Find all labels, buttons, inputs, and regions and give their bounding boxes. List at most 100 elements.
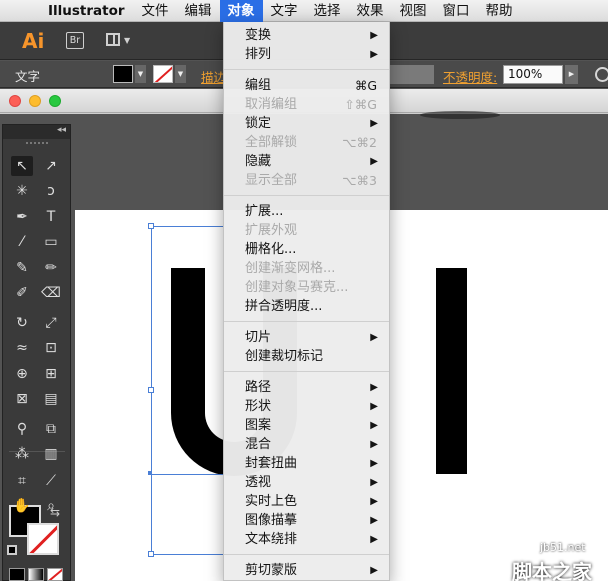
- menu-item[interactable]: 变换 ▶: [224, 26, 389, 45]
- shape-builder-tool[interactable]: ⊕: [11, 364, 33, 384]
- menu-item[interactable]: 图像描摹 ▶: [224, 511, 389, 530]
- perspective-grid-tool[interactable]: ⊞: [40, 364, 62, 384]
- menu-effect[interactable]: 效果: [349, 0, 392, 22]
- menu-item[interactable]: 封套扭曲 ▶: [224, 454, 389, 473]
- color-mode-button[interactable]: [9, 568, 25, 581]
- menu-item[interactable]: 栅格化...: [224, 240, 389, 259]
- menu-item[interactable]: 实时上色 ▶: [224, 492, 389, 511]
- line-tool[interactable]: ⁄: [11, 232, 33, 252]
- style-field[interactable]: [390, 65, 434, 84]
- menu-file[interactable]: 文件: [134, 0, 177, 22]
- rectangle-tool[interactable]: ▭: [40, 232, 62, 252]
- menu-window[interactable]: 窗口: [435, 0, 478, 22]
- menu-select[interactable]: 选择: [306, 0, 349, 22]
- menu-item-label: 混合: [245, 437, 272, 452]
- menu-item[interactable]: 图案 ▶: [224, 416, 389, 435]
- selection-handle[interactable]: [148, 387, 154, 393]
- gradient-tool[interactable]: ▤: [40, 389, 62, 409]
- menu-item[interactable]: 形状 ▶: [224, 397, 389, 416]
- menu-bar: Illustrator 文件 编辑 对象 文字 选择 效果 视图 窗口 帮助: [0, 0, 608, 22]
- menu-item[interactable]: 透视 ▶: [224, 473, 389, 492]
- recolor-icon[interactable]: [595, 67, 608, 82]
- menu-item-shortcut: ⌥⌘3: [342, 173, 377, 188]
- bridge-button[interactable]: Br: [66, 32, 84, 49]
- menu-item[interactable]: 创建裁切标记: [224, 347, 389, 366]
- hand-tool[interactable]: ✋: [11, 496, 33, 516]
- menu-item[interactable]: 扩展...: [224, 202, 389, 221]
- workspace-layout-icon[interactable]: [106, 33, 120, 46]
- selection-handle[interactable]: [148, 223, 154, 229]
- width-tool[interactable]: ≈: [11, 338, 33, 358]
- menu-item-label: 编组: [245, 78, 272, 93]
- menu-help[interactable]: 帮助: [478, 0, 521, 22]
- symbol-sprayer-tool[interactable]: ⁂: [11, 444, 33, 464]
- minimize-window-button[interactable]: [29, 95, 41, 107]
- zoom-window-button[interactable]: [49, 95, 61, 107]
- menu-item[interactable]: 锁定 ▶: [224, 114, 389, 133]
- artboard-tool[interactable]: ⌗: [11, 471, 33, 491]
- menu-view[interactable]: 视图: [392, 0, 435, 22]
- menu-item[interactable]: 路径 ▶: [224, 378, 389, 397]
- menu-item[interactable]: 切片 ▶: [224, 328, 389, 347]
- menu-item[interactable]: 混合 ▶: [224, 435, 389, 454]
- submenu-arrow-icon: ▶: [370, 30, 378, 41]
- letter-i-shape[interactable]: [436, 268, 467, 474]
- menu-item-shortcut: ⌥⌘2: [342, 135, 377, 150]
- fill-color-swatch[interactable]: [113, 65, 133, 83]
- menu-item[interactable]: 排列 ▶: [224, 45, 389, 64]
- opacity-link[interactable]: 不透明度:: [443, 67, 497, 86]
- opacity-arrow-icon[interactable]: ▶: [565, 65, 578, 84]
- zoom-tool[interactable]: ⌕: [40, 496, 62, 516]
- menu-item: 扩展外观: [224, 221, 389, 240]
- slice-tool[interactable]: ⟋: [40, 471, 62, 491]
- selection-type-label: 文字: [15, 69, 41, 84]
- chevron-down-icon[interactable]: ▼: [124, 36, 130, 45]
- menu-edit[interactable]: 编辑: [177, 0, 220, 22]
- blend-tool[interactable]: ⧉: [40, 419, 62, 439]
- stroke-dropdown-icon[interactable]: ▼: [175, 65, 186, 83]
- panel-grip[interactable]: [25, 142, 48, 146]
- selection-tool[interactable]: ↖: [11, 156, 33, 176]
- pencil-tool[interactable]: ✏: [40, 258, 62, 278]
- menu-item[interactable]: 剪切蒙版 ▶: [224, 561, 389, 580]
- collapse-panel-icon[interactable]: ◂◂: [57, 125, 66, 135]
- menu-item: 取消编组 ⇧⌘G: [224, 95, 389, 114]
- baseline-anchor[interactable]: [148, 471, 152, 475]
- submenu-arrow-icon: ▶: [370, 534, 378, 545]
- submenu-arrow-icon: ▶: [370, 515, 378, 526]
- lasso-tool[interactable]: ↄ: [40, 181, 62, 201]
- selection-handle[interactable]: [148, 551, 154, 557]
- default-colors-icon[interactable]: [7, 545, 17, 555]
- paintbrush-tool[interactable]: ✎: [11, 258, 33, 278]
- close-window-button[interactable]: [9, 95, 21, 107]
- eraser-tool[interactable]: ⌫: [40, 283, 62, 303]
- pen-tool[interactable]: ✒: [11, 207, 33, 227]
- stroke-color-swatch[interactable]: [153, 65, 173, 83]
- column-graph-tool[interactable]: ▥: [40, 444, 62, 464]
- direct-selection-tool[interactable]: ↗: [40, 156, 62, 176]
- menu-item[interactable]: 编组 ⌘G: [224, 76, 389, 95]
- rotate-tool[interactable]: ↻: [11, 313, 33, 333]
- menu-item-label: 切片: [245, 330, 272, 345]
- menu-item-label: 图像描摹: [245, 513, 298, 528]
- magic-wand-tool[interactable]: ✳: [11, 181, 33, 201]
- type-tool[interactable]: T: [40, 207, 62, 227]
- opacity-input[interactable]: 100%: [503, 65, 563, 84]
- scale-tool[interactable]: ⤢: [40, 313, 62, 333]
- menu-item-shortcut: ⇧⌘G: [344, 97, 377, 112]
- menu-object[interactable]: 对象: [219, 0, 263, 22]
- gradient-mode-button[interactable]: [28, 568, 44, 581]
- menu-item[interactable]: 隐藏 ▶: [224, 152, 389, 171]
- mesh-tool[interactable]: ⊠: [11, 389, 33, 409]
- fill-dropdown-icon[interactable]: ▼: [135, 65, 146, 83]
- menu-item[interactable]: 拼合透明度...: [224, 297, 389, 316]
- menu-item[interactable]: 文本绕排 ▶: [224, 530, 389, 549]
- free-transform-tool[interactable]: ⊡: [40, 338, 62, 358]
- blob-brush-tool[interactable]: ✐: [11, 283, 33, 303]
- eyedropper-tool[interactable]: ⚲: [11, 419, 33, 439]
- menu-app-name[interactable]: Illustrator: [40, 0, 134, 22]
- stroke-color-box[interactable]: [27, 523, 59, 555]
- menu-type[interactable]: 文字: [263, 0, 306, 22]
- none-mode-button[interactable]: [47, 568, 63, 581]
- tools-panel-header[interactable]: ◂◂: [3, 125, 70, 139]
